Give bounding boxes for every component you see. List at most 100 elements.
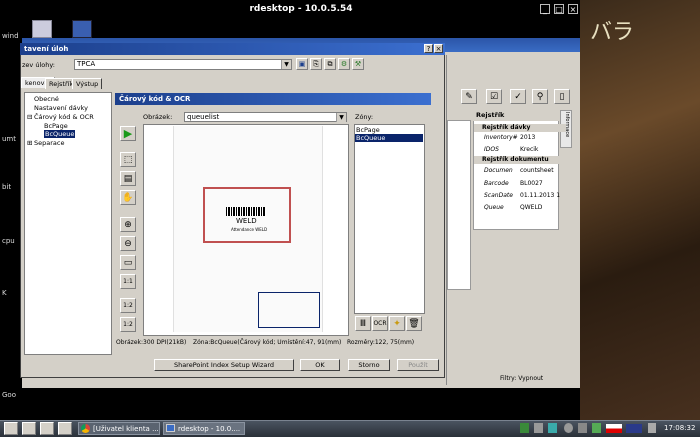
close-button[interactable]: ×	[568, 4, 578, 14]
desktop-label: K	[2, 289, 7, 297]
index-value[interactable]: 01.11.2013 1	[520, 192, 560, 199]
play-icon[interactable]: ▶	[120, 126, 136, 141]
wand-icon[interactable]: ✦	[389, 316, 405, 331]
barcode-image	[226, 207, 266, 216]
tray-icon[interactable]	[548, 423, 557, 433]
index-key: ScanDate	[484, 192, 513, 199]
floppy-disk-icon[interactable]	[72, 20, 92, 38]
tree-node-barcode-ocr[interactable]: Čárový kód & OCR	[34, 113, 94, 121]
index-key: Queue	[484, 204, 504, 211]
help-button[interactable]: ?	[424, 44, 433, 53]
dialog-titlebar: tavení úloh	[20, 43, 445, 55]
image-select[interactable]: queuelist ▼	[184, 112, 347, 122]
task-rdesktop[interactable]: rdesktop - 10.0....	[163, 422, 245, 435]
rdesktop-titlebar: rdesktop - 10.0.5.54	[22, 0, 580, 18]
tree-node-separation[interactable]: Separace	[34, 139, 64, 147]
duplicate-icon[interactable]: ⧉	[324, 58, 336, 70]
copy-icon[interactable]: ⎘	[310, 58, 322, 70]
page-icon[interactable]: ▯	[554, 89, 570, 104]
image-value: queuelist	[187, 113, 220, 121]
tree-expand-icon[interactable]: ⊞	[27, 139, 32, 147]
rdesktop-icon	[166, 424, 175, 432]
clock[interactable]: 17:08:32	[664, 424, 695, 432]
zoom-out-icon[interactable]: ⊖	[120, 236, 136, 251]
dialog-close-button[interactable]: ×	[434, 44, 443, 53]
index-value[interactable]: QWELD	[520, 204, 542, 211]
zoom-in-icon[interactable]: ⊕	[120, 217, 136, 232]
desktop-label: cpu	[2, 237, 15, 245]
zones-label: Zóny:	[355, 113, 374, 121]
maximize-button[interactable]: □	[554, 4, 564, 14]
index-value[interactable]: 2013	[520, 134, 535, 141]
zoom-1-1-button[interactable]: 1:1	[120, 274, 136, 289]
tab-output[interactable]: Výstup	[72, 78, 103, 89]
fit-page-icon[interactable]: ▭	[120, 255, 136, 270]
background-list-pane	[447, 120, 471, 290]
tray-icon[interactable]	[592, 423, 601, 433]
zoom-1-2-button[interactable]: 1:2	[120, 298, 136, 313]
language-flag-icon[interactable]	[626, 424, 642, 433]
tray-icon[interactable]	[520, 423, 529, 433]
language-flag-icon[interactable]	[606, 424, 622, 433]
tray-icon[interactable]	[578, 423, 587, 433]
tree-expand-icon[interactable]: ⊟	[27, 113, 32, 121]
apply-button[interactable]: Použít	[397, 359, 439, 371]
desktop-label: wind	[2, 32, 19, 40]
tray-icon[interactable]	[534, 423, 543, 433]
tree-node-bcpage[interactable]: BcPage	[44, 122, 68, 130]
ocr-tool-button[interactable]: OCR	[372, 316, 388, 331]
pencil-tool-icon[interactable]: ✎	[461, 89, 477, 104]
index-key: Barcode	[484, 180, 509, 187]
volume-icon[interactable]	[648, 423, 656, 433]
desktop-label: bit	[2, 183, 12, 191]
zone-item-bcqueue[interactable]: BcQueue	[355, 134, 423, 142]
document-check-icon[interactable]: ✓	[510, 89, 526, 104]
save-icon[interactable]: ▣	[296, 58, 308, 70]
filter-status: Filtry: Vypnout	[500, 375, 544, 382]
rdesktop-bottom	[22, 388, 580, 420]
chevron-down-icon: ▼	[281, 60, 291, 69]
ok-button[interactable]: OK	[300, 359, 340, 371]
tree-node-bcqueue[interactable]: BcQueue	[44, 130, 76, 138]
tools-icon[interactable]: ⚒	[352, 58, 364, 70]
pin-icon[interactable]: ⚲	[532, 89, 548, 104]
desktop-wallpaper	[580, 0, 700, 437]
index-value[interactable]: countsheet	[520, 167, 554, 174]
barcode-tool-icon[interactable]: Ⅲ	[355, 316, 371, 331]
setup-wizard-button[interactable]: SharePoint Index Setup Wizard	[154, 359, 294, 371]
start-menu-icon[interactable]	[4, 422, 18, 435]
task-browser[interactable]: [Uživatel klienta ...	[78, 422, 160, 435]
dialog-title: tavení úloh	[24, 45, 69, 53]
zoom-1-2-alt-button[interactable]: 1:2	[120, 317, 136, 332]
zoom-region-icon[interactable]: ▤	[120, 171, 136, 186]
tray-icon[interactable]	[564, 423, 573, 433]
task-name-select[interactable]: TPCA ▼	[74, 59, 292, 70]
delete-icon[interactable]: 🗑	[406, 316, 422, 331]
status-zone: Zóna:BcQueue(Čárový kód; Umístění:47, 91…	[193, 339, 342, 346]
files-icon[interactable]	[40, 422, 54, 435]
index-value[interactable]: Krecik	[520, 146, 538, 153]
index-value[interactable]: BL0027	[520, 180, 543, 187]
tree-node-general[interactable]: Obecné	[34, 95, 59, 103]
show-desktop-icon[interactable]	[22, 422, 36, 435]
index-key: Documen	[484, 167, 513, 174]
minimize-button[interactable]: _	[540, 4, 550, 14]
terminal-icon[interactable]	[58, 422, 72, 435]
recycle-bin-icon[interactable]	[32, 20, 52, 38]
zone-item-bcpage[interactable]: BcPage	[355, 126, 423, 134]
cancel-button[interactable]: Storno	[348, 359, 390, 371]
zones-list	[354, 124, 425, 314]
settings-icon[interactable]: ⚙	[338, 58, 350, 70]
checkbox-tool-icon[interactable]: ☑	[486, 89, 502, 104]
index-key: IDOS	[484, 146, 499, 153]
hand-pan-icon[interactable]: ✋	[120, 190, 136, 205]
select-area-icon[interactable]: ⬚	[120, 152, 136, 167]
index-section-title: Rejstřík dokumentu	[474, 156, 566, 164]
task-name-value: TPCA	[77, 60, 96, 68]
tree-node-batch[interactable]: Nastavení dávky	[34, 104, 88, 112]
desktop-label: Goo	[2, 391, 16, 399]
task-browser-label: [Uživatel klienta ...	[93, 425, 159, 433]
barcode-zone-bcqueue[interactable]	[258, 292, 320, 328]
preview-small-text: Attendance WELD	[231, 227, 268, 232]
panel-title: Čárový kód & OCR	[115, 93, 431, 105]
